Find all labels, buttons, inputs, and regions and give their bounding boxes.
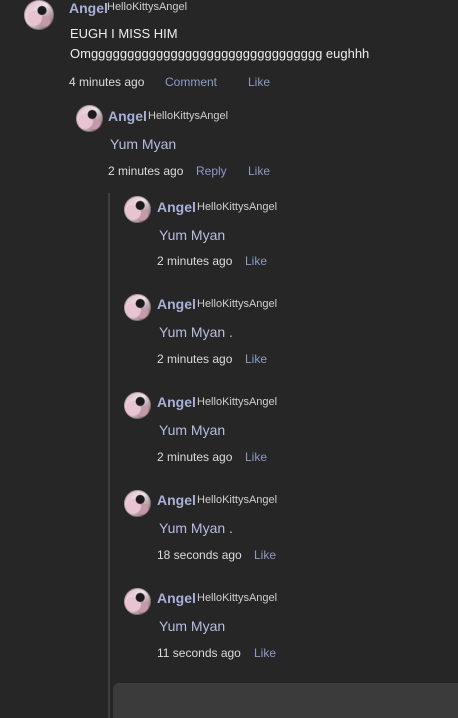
avatar[interactable] xyxy=(24,0,54,30)
timestamp: 11 seconds ago xyxy=(157,646,241,660)
timestamp: 18 seconds ago xyxy=(157,548,242,562)
timestamp: 2 minutes ago xyxy=(157,352,233,366)
timestamp: 2 minutes ago xyxy=(157,450,233,464)
avatar[interactable] xyxy=(124,588,151,615)
author-name[interactable]: Angel xyxy=(157,590,196,606)
like-button[interactable]: Like xyxy=(245,254,267,268)
author-name[interactable]: Angel xyxy=(157,199,196,215)
avatar[interactable] xyxy=(76,105,103,132)
avatar[interactable] xyxy=(124,196,151,223)
reply-button[interactable]: Reply xyxy=(196,164,227,178)
avatar[interactable] xyxy=(124,294,151,321)
thread-line xyxy=(108,193,110,718)
reply-text: Yum Myan . xyxy=(159,324,233,340)
author-handle[interactable]: HelloKittysAngel xyxy=(197,201,277,213)
timestamp: 2 minutes ago xyxy=(157,254,233,268)
author-handle[interactable]: HelloKittysAngel xyxy=(197,494,277,506)
reply-text: Yum Myan . xyxy=(159,520,233,536)
author-name[interactable]: Angel xyxy=(157,492,196,508)
avatar[interactable] xyxy=(124,490,151,517)
like-button[interactable]: Like xyxy=(248,164,270,178)
timestamp: 4 minutes ago xyxy=(69,75,145,89)
like-button[interactable]: Like xyxy=(245,352,267,366)
author-handle[interactable]: HelloKittysAngel xyxy=(197,396,277,408)
reply-text: Yum Myan xyxy=(159,422,226,438)
reply-text: Yum Myan xyxy=(159,618,226,634)
author-name[interactable]: Angel xyxy=(108,108,147,124)
comment-text-line-2: Omgggggggggggggggggggggggggggggggg eughh… xyxy=(70,46,370,61)
reply-input[interactable] xyxy=(113,683,458,718)
timestamp: 2 minutes ago xyxy=(108,164,184,178)
author-handle[interactable]: HelloKittysAngel xyxy=(197,298,277,310)
reply-text: Yum Myan xyxy=(110,136,177,152)
author-handle[interactable]: HelloKittysAngel xyxy=(197,592,277,604)
comment-button[interactable]: Comment xyxy=(165,75,217,89)
like-button[interactable]: Like xyxy=(245,450,267,464)
author-handle[interactable]: HelloKittysAngel xyxy=(107,1,187,13)
reply-text: Yum Myan xyxy=(159,227,226,243)
author-name[interactable]: Angel xyxy=(157,296,196,312)
author-name[interactable]: Angel xyxy=(157,394,196,410)
comment-text-line-1: EUGH I MISS HIM xyxy=(70,26,178,41)
avatar[interactable] xyxy=(124,392,151,419)
like-button[interactable]: Like xyxy=(254,548,276,562)
like-button[interactable]: Like xyxy=(254,646,276,660)
author-handle[interactable]: HelloKittysAngel xyxy=(148,110,228,122)
comment-thread: Angel HelloKittysAngel EUGH I MISS HIM O… xyxy=(0,0,458,718)
author-name[interactable]: Angel xyxy=(69,0,108,16)
like-button[interactable]: Like xyxy=(248,75,270,89)
